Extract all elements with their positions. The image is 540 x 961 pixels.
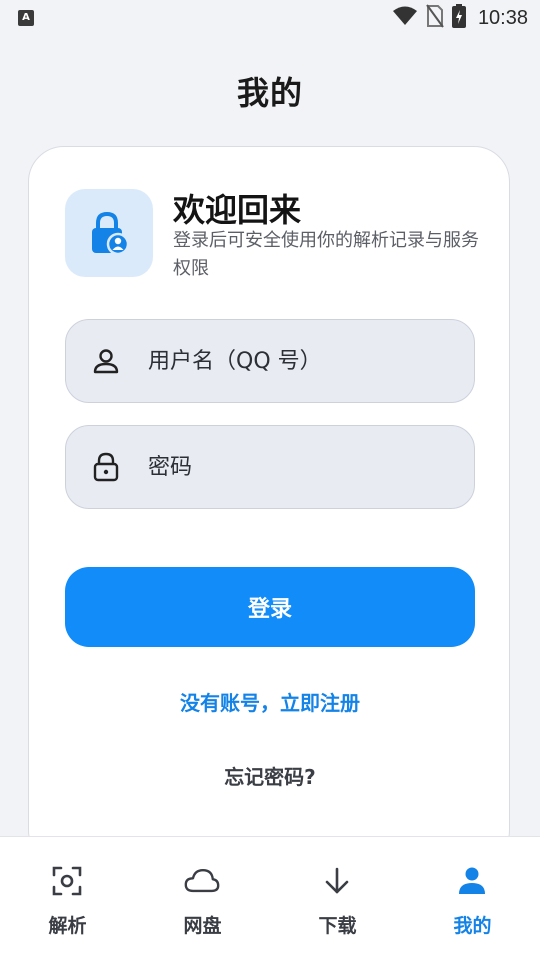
no-sim-icon	[426, 4, 444, 32]
lock-icon	[86, 447, 126, 487]
download-arrow-icon	[319, 863, 355, 899]
nav-item-download[interactable]: 下载	[270, 837, 405, 961]
app-notification-icon: A	[18, 10, 34, 26]
register-link[interactable]: 没有账号，立即注册	[29, 687, 511, 716]
lock-user-icon	[65, 189, 153, 277]
status-bar: A 10:38	[0, 0, 540, 36]
nav-label-cloud: 网盘	[183, 915, 222, 937]
password-input[interactable]	[148, 454, 448, 480]
password-field[interactable]	[65, 425, 475, 509]
welcome-title: 欢迎回来	[173, 191, 302, 229]
person-icon	[454, 863, 490, 899]
wifi-icon	[392, 5, 418, 31]
nav-label-download: 下载	[318, 915, 357, 937]
page-title: 我的	[236, 74, 303, 112]
cloud-icon	[184, 863, 220, 899]
nav-label-mine: 我的	[453, 915, 492, 937]
username-field[interactable]	[65, 319, 475, 403]
clock: 10:38	[477, 6, 528, 29]
nav-item-mine[interactable]: 我的	[405, 837, 540, 961]
forgot-password-link[interactable]: 忘记密码?	[29, 761, 511, 790]
battery-charging-icon	[451, 4, 466, 32]
username-input[interactable]	[148, 348, 448, 374]
nav-label-parse: 解析	[48, 915, 87, 937]
login-card: 欢迎回来 登录后可安全使用你的解析记录与服务权限 登录 没有账号，立即注册 忘记…	[28, 146, 510, 866]
login-button[interactable]: 登录	[65, 567, 475, 647]
scan-icon	[49, 863, 85, 899]
user-icon	[86, 341, 126, 381]
nav-item-parse[interactable]: 解析	[0, 837, 135, 961]
welcome-subtitle: 登录后可安全使用你的解析记录与服务权限	[173, 230, 479, 279]
nav-item-cloud[interactable]: 网盘	[135, 837, 270, 961]
bottom-nav: 解析 网盘 下载 我的	[0, 836, 540, 961]
status-icons: 10:38	[392, 4, 528, 32]
